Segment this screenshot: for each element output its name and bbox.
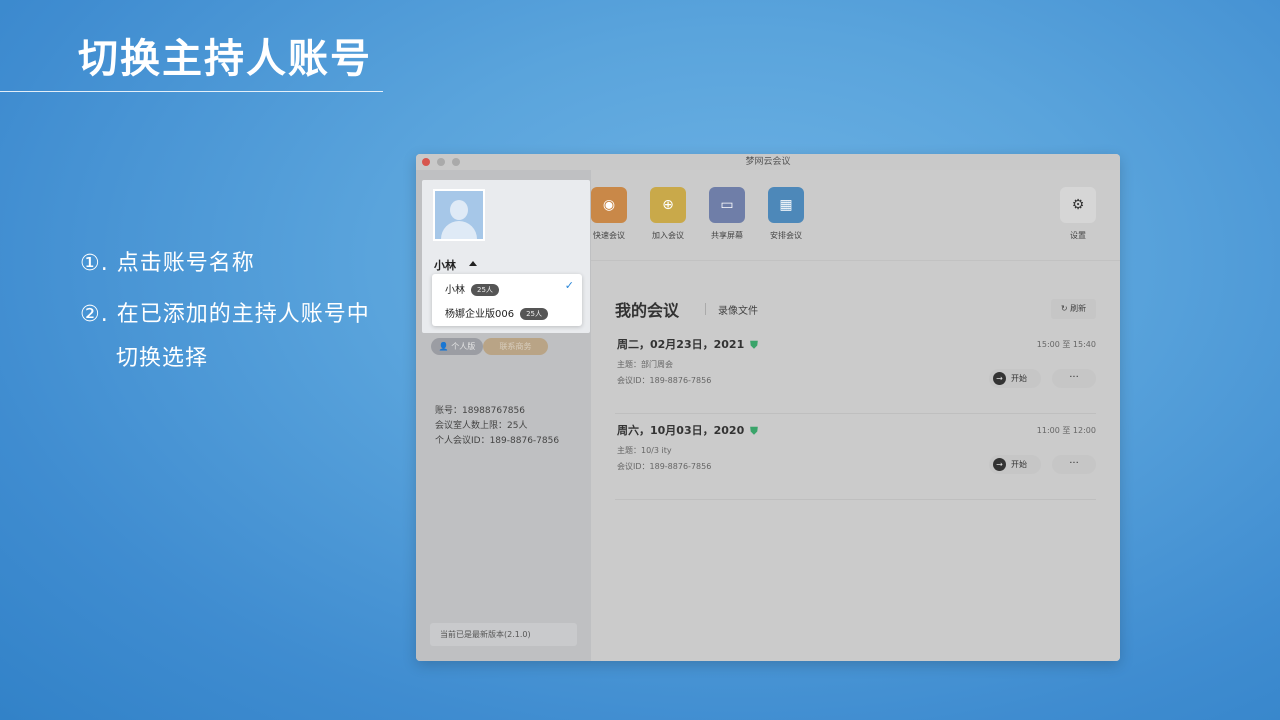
- plus-icon: ⊕: [650, 187, 686, 223]
- tab-my-meetings[interactable]: 我的会议: [615, 297, 679, 321]
- schedule-meeting-label: 安排会议: [770, 231, 802, 240]
- step-one: ①. 点击账号名称: [80, 251, 255, 276]
- meeting-time: 15:00 至 15:40: [1036, 340, 1096, 349]
- meeting-topic: 主题：部门周会: [617, 360, 673, 369]
- schedule-meeting-button[interactable]: ▦ 安排会议: [756, 187, 816, 241]
- main-panel: ◉ 快速会议 ⊕ 加入会议 ▭ 共享屏幕 ▦ 安排会议 ⚙ 设置 我的会议 录像…: [591, 170, 1120, 661]
- window-title: 梦网云会议: [745, 157, 791, 167]
- start-label: 开始: [1011, 374, 1027, 383]
- account-option[interactable]: 杨娜企业版006 25人: [445, 305, 549, 320]
- account-number: 账号：18988767856: [435, 406, 525, 416]
- meeting-time: 11:00 至 12:00: [1036, 426, 1096, 435]
- arrow-right-icon: →: [993, 458, 1006, 471]
- user-icon: 👤: [438, 342, 449, 351]
- account-dropdown: 小林 25人 ✓ 杨娜企业版006 25人: [432, 274, 582, 326]
- section-divider: [591, 260, 1120, 261]
- app-window: 梦网云会议 小林 小林 25人 ✓ 杨娜企业版006 25人 👤 个人版 联系商…: [416, 154, 1120, 661]
- user-silhouette-icon: [435, 191, 483, 239]
- personal-meeting-id: 个人会议ID：189-8876-7856: [435, 436, 560, 446]
- account-option-name: 杨娜企业版006: [445, 309, 515, 320]
- account-option[interactable]: 小林 25人: [445, 281, 499, 296]
- quick-meeting-label: 快速会议: [593, 231, 625, 240]
- avatar[interactable]: [433, 189, 485, 241]
- tab-divider: [705, 303, 706, 315]
- quick-meeting-button[interactable]: ◉ 快速会议: [579, 187, 639, 241]
- window-titlebar: 梦网云会议: [416, 154, 1120, 170]
- more-options-button[interactable]: ···: [1052, 369, 1096, 388]
- monitor-icon: ▭: [709, 187, 745, 223]
- checkmark-icon: ✓: [564, 279, 574, 292]
- refresh-icon: ↻: [1060, 304, 1068, 313]
- settings-button[interactable]: ⚙ 设置: [1048, 187, 1108, 241]
- meeting-topic: 主题：10/3 ity: [617, 446, 672, 455]
- version-status[interactable]: 当前已是最新版本(2.1.0): [430, 623, 577, 646]
- tab-recordings[interactable]: 录像文件: [718, 302, 758, 317]
- share-screen-label: 共享屏幕: [711, 231, 743, 240]
- join-meeting-button[interactable]: ⊕ 加入会议: [638, 187, 698, 241]
- meeting-id: 会议ID：189-8876-7856: [617, 462, 712, 471]
- shield-check-icon: ⛊: [750, 426, 758, 437]
- slide-title: 切换主持人账号: [78, 36, 372, 82]
- start-label: 开始: [1011, 460, 1027, 469]
- account-name-button[interactable]: 小林: [434, 257, 456, 273]
- caret-up-icon[interactable]: [469, 261, 477, 266]
- meeting-id: 会议ID：189-8876-7856: [617, 376, 712, 385]
- step-two-continued: 切换选择: [116, 346, 209, 371]
- profile-panel: 小林 小林 25人 ✓ 杨娜企业版006 25人: [422, 180, 590, 333]
- close-window-button[interactable]: [422, 158, 430, 166]
- meeting-date: 周六，10月03日，2020 ⛊: [617, 424, 758, 437]
- more-options-button[interactable]: ···: [1052, 455, 1096, 474]
- settings-label: 设置: [1070, 231, 1086, 240]
- title-rule: [0, 91, 383, 92]
- minimize-window-button[interactable]: [437, 158, 445, 166]
- start-meeting-button[interactable]: → 开始: [989, 369, 1041, 388]
- start-meeting-button[interactable]: → 开始: [989, 455, 1041, 474]
- step-two: ②. 在已添加的主持人账号中: [80, 302, 370, 327]
- zoom-window-button[interactable]: [452, 158, 460, 166]
- meeting-item[interactable]: 周六，10月03日，2020 ⛊ 11:00 至 12:00 主题：10/3 it…: [615, 414, 1096, 500]
- sidebar: 小林 小林 25人 ✓ 杨娜企业版006 25人 👤 个人版 联系商务 账号：189…: [416, 170, 591, 661]
- room-capacity: 会议室人数上限：25人: [435, 421, 528, 431]
- camera-icon: ◉: [591, 187, 627, 223]
- join-meeting-label: 加入会议: [652, 231, 684, 240]
- personal-edition-badge: 👤 个人版: [431, 338, 483, 355]
- personal-edition-label: 个人版: [451, 342, 476, 351]
- shield-check-icon: ⛊: [750, 340, 758, 351]
- capacity-badge: 25人: [471, 284, 499, 296]
- calendar-icon: ▦: [768, 187, 804, 223]
- refresh-button[interactable]: ↻ 刷新: [1051, 299, 1096, 319]
- capacity-badge: 25人: [520, 308, 549, 320]
- contact-sales-button[interactable]: 联系商务: [483, 338, 548, 355]
- gear-icon: ⚙: [1060, 187, 1096, 223]
- account-option-name: 小林: [445, 285, 465, 296]
- share-screen-button[interactable]: ▭ 共享屏幕: [697, 187, 757, 241]
- meeting-date: 周二，02月23日，2021 ⛊: [617, 338, 758, 351]
- arrow-right-icon: →: [993, 372, 1006, 385]
- meeting-item[interactable]: 周二，02月23日，2021 ⛊ 15:00 至 15:40 主题：部门周会 会议…: [615, 328, 1096, 414]
- refresh-label: 刷新: [1070, 304, 1087, 313]
